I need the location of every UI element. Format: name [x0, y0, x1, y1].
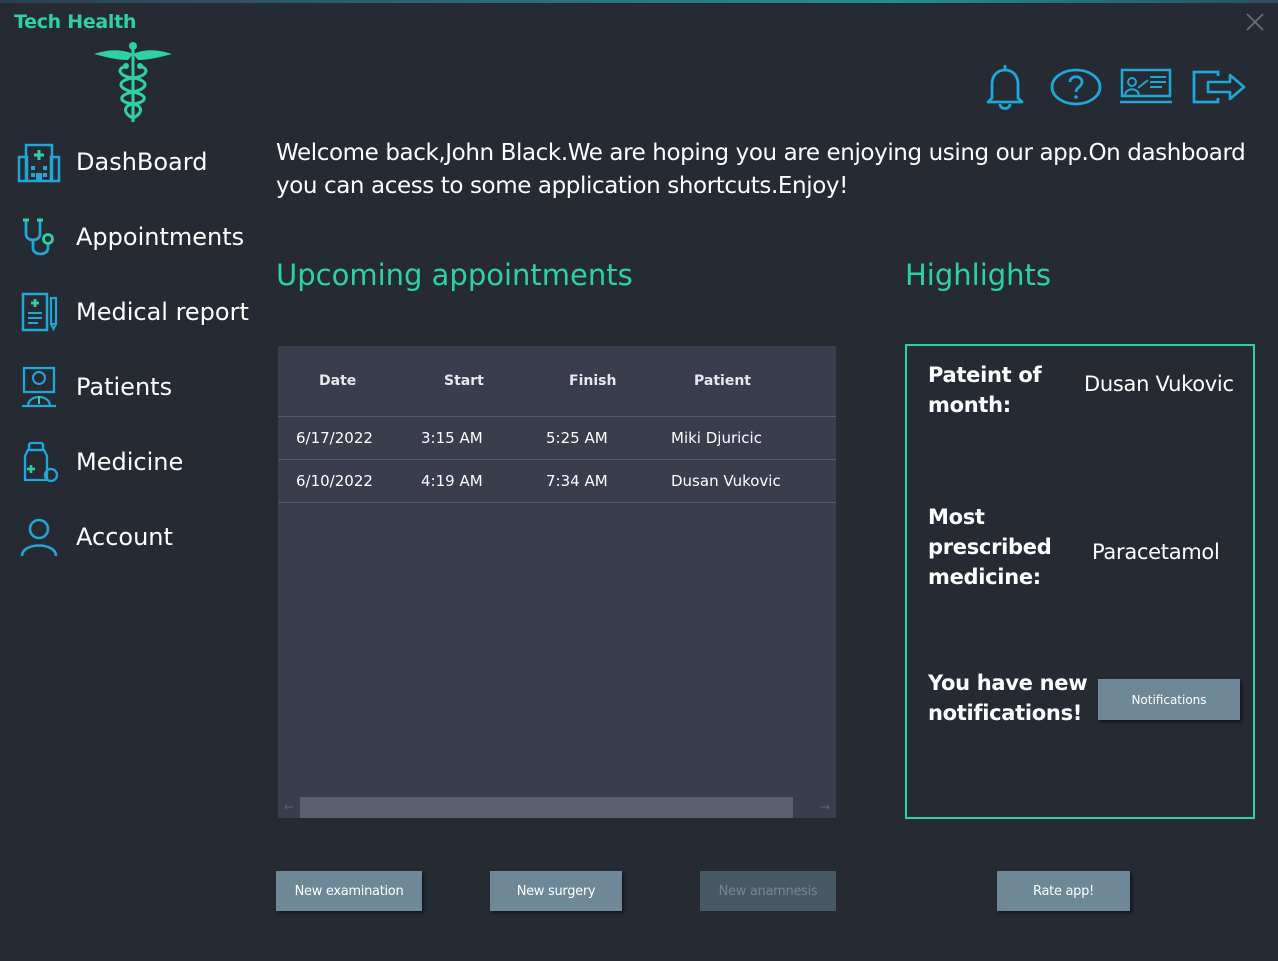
cell-finish: 5:25 AM [546, 429, 608, 447]
presentation-icon[interactable] [1118, 62, 1174, 112]
sidebar-item-medical-report[interactable]: Medical report [14, 284, 254, 340]
bell-icon[interactable] [980, 62, 1030, 112]
table-row[interactable]: 6/10/2022 4:19 AM 7:34 AM Dusan Vukovic [278, 460, 836, 503]
sidebar-item-label: Appointments [76, 223, 245, 251]
most-prescribed-label: Most prescribed medicine: [928, 505, 1052, 589]
sidebar-item-label: DashBoard [76, 148, 208, 176]
scroll-right-icon[interactable]: → [815, 797, 835, 818]
medical-report-icon [14, 287, 64, 337]
column-header-date[interactable]: Date [319, 373, 356, 389]
table-row[interactable]: 6/17/2022 3:15 AM 5:25 AM Miki Djuricic [278, 417, 836, 460]
most-prescribed-value: Paracetamol [1092, 540, 1220, 564]
notifications-button[interactable]: Notifications [1098, 679, 1240, 720]
cell-start: 4:19 AM [421, 472, 483, 490]
new-surgery-button[interactable]: New surgery [490, 871, 622, 911]
highlights-panel: Pateint of month: Dusan Vukovic Most pre… [905, 344, 1255, 819]
appointments-table[interactable]: Date Start Finish Patient 6/17/2022 3:15… [278, 346, 836, 818]
patient-of-month-value: Dusan Vukovic [1084, 372, 1234, 396]
logout-icon[interactable] [1190, 62, 1248, 112]
welcome-message: Welcome back,John Black.We are hoping yo… [276, 140, 1246, 199]
scrollbar-thumb[interactable] [300, 797, 793, 818]
cell-finish: 7:34 AM [546, 472, 608, 490]
highlights-section-title: Highlights [905, 258, 1052, 292]
column-header-finish[interactable]: Finish [569, 373, 616, 389]
table-header: Date Start Finish Patient [278, 346, 836, 417]
hospital-icon [14, 137, 64, 187]
new-examination-button[interactable]: New examination [276, 871, 422, 911]
cell-patient: Miki Djuricic [671, 429, 762, 447]
cell-date: 6/17/2022 [296, 429, 373, 447]
close-icon[interactable] [1244, 11, 1266, 33]
cell-date: 6/10/2022 [296, 472, 373, 490]
sidebar-item-patients[interactable]: Patients [14, 359, 254, 415]
sidebar-item-medicine[interactable]: Medicine [14, 434, 254, 490]
window-top-border [0, 0, 1278, 3]
caduceus-logo-icon [94, 42, 172, 122]
sidebar-item-dashboard[interactable]: DashBoard [14, 134, 254, 190]
rate-app-button[interactable]: Rate app! [997, 871, 1130, 911]
medicine-bottle-icon [14, 437, 64, 487]
cell-start: 3:15 AM [421, 429, 483, 447]
sidebar-item-label: Account [76, 523, 173, 551]
sidebar-item-label: Medical report [76, 298, 249, 326]
sidebar-item-account[interactable]: Account [14, 509, 254, 565]
sidebar-item-label: Medicine [76, 448, 184, 476]
app-title: Tech Health [14, 11, 137, 33]
user-icon [14, 512, 64, 562]
cell-patient: Dusan Vukovic [671, 472, 781, 490]
column-header-start[interactable]: Start [444, 373, 484, 389]
new-anamnesis-button[interactable]: New anamnesis [700, 871, 836, 911]
column-header-patient[interactable]: Patient [694, 373, 751, 389]
patient-icon [14, 362, 64, 412]
help-icon[interactable] [1049, 62, 1103, 112]
appointments-section-title: Upcoming appointments [276, 258, 633, 292]
new-notifications-label: You have new notifications! [928, 671, 1088, 725]
patient-of-month-label: Pateint of month: [928, 363, 1042, 417]
stethoscope-icon [14, 212, 64, 262]
scroll-left-icon[interactable]: ← [279, 797, 299, 818]
sidebar-item-appointments[interactable]: Appointments [14, 209, 254, 265]
sidebar-item-label: Patients [76, 373, 173, 401]
horizontal-scrollbar[interactable]: ← → [278, 797, 836, 818]
